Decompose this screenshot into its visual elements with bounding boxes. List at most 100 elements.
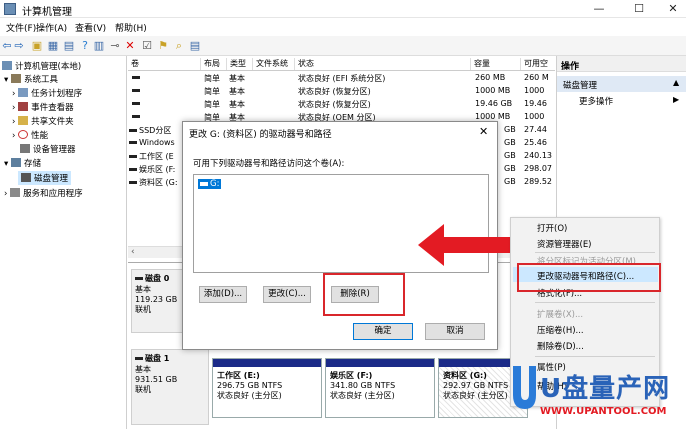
- tree-shared-folders[interactable]: › 共享文件夹: [12, 115, 74, 127]
- check-icon[interactable]: ☑: [140, 39, 154, 53]
- menu-help[interactable]: 帮助(H): [115, 21, 147, 34]
- col-layout[interactable]: 布局: [200, 58, 226, 70]
- volume-icon: [129, 168, 137, 171]
- change-button[interactable]: 更改(C)...: [263, 286, 311, 303]
- red-arrow-icon: [418, 224, 522, 266]
- tree-device-manager[interactable]: 设备管理器: [20, 143, 76, 155]
- dialog-title: 更改 G: (资料区) 的驱动器号和路径: [189, 130, 332, 140]
- col-volume[interactable]: 卷: [128, 58, 198, 70]
- col-status[interactable]: 状态: [294, 58, 470, 70]
- volume-list-header: 卷 布局 类型 文件系统 状态 容量 可用空: [128, 56, 555, 71]
- tree-performance[interactable]: › 性能: [12, 129, 48, 141]
- title-bar: 计算机管理 — ☐ ✕: [0, 0, 686, 18]
- volume-row[interactable]: 简单 基本 状态良好 (EFI 系统分区) 260 MB 260 M: [128, 72, 555, 85]
- up-folder-icon[interactable]: ▣: [30, 39, 44, 53]
- ctx-separator: [535, 356, 655, 357]
- event-icon: [18, 102, 29, 111]
- tree-task-scheduler[interactable]: › 任务计划程序: [12, 87, 82, 99]
- toolbar: ⇦ ⇨ ▣ ▦ ▤ ? ▥ ⊸ ✕ ☑ ⚑ ⌕ ▤: [0, 36, 686, 56]
- tree-root[interactable]: 计算机管理(本地): [2, 60, 81, 72]
- show-tree-icon[interactable]: ▦: [46, 39, 60, 53]
- volume-icon: [129, 129, 137, 132]
- maximize-button[interactable]: ☐: [624, 2, 654, 16]
- drive-icon: [200, 181, 208, 186]
- storage-icon: [10, 158, 21, 167]
- col-free[interactable]: 可用空: [520, 58, 555, 70]
- forward-icon[interactable]: ⇨: [12, 39, 26, 53]
- ctx-open[interactable]: 打开(O): [537, 222, 567, 234]
- more-actions[interactable]: 更多操作: [579, 95, 613, 107]
- tree-event-viewer[interactable]: › 事件查看器: [12, 101, 74, 113]
- dialog-close-button[interactable]: ✕: [479, 125, 488, 138]
- disk-1-name: 磁盘 1: [135, 353, 205, 364]
- col-capacity[interactable]: 容量: [470, 58, 520, 70]
- actions-section[interactable]: 磁盘管理 ▲: [557, 76, 686, 92]
- minimize-button[interactable]: —: [584, 2, 614, 16]
- ctx-separator: [535, 302, 655, 303]
- list-icon[interactable]: ▤: [188, 39, 202, 53]
- ctx-explorer[interactable]: 资源管理器(E): [537, 238, 592, 250]
- close-button[interactable]: ✕: [658, 2, 686, 16]
- ctx-separator: [535, 252, 655, 253]
- tree-disk-management[interactable]: 磁盘管理: [18, 171, 72, 185]
- disk-icon: [21, 173, 31, 182]
- view-icon[interactable]: ▥: [92, 39, 106, 53]
- volume-icon: [132, 115, 140, 118]
- ok-button[interactable]: 确定: [353, 323, 413, 340]
- partition-e[interactable]: 工作区 (E:) 296.75 GB NTFS 状态良好 (主分区): [212, 358, 322, 418]
- add-button[interactable]: 添加(D)...: [199, 286, 247, 303]
- volume-icon: [132, 89, 140, 92]
- change-drive-letter-highlight-box: [517, 263, 661, 292]
- partition-f[interactable]: 娱乐区 (F:) 341.80 GB NTFS 状态良好 (主分区): [325, 358, 435, 418]
- actions-header: 操作: [561, 62, 580, 72]
- properties-icon[interactable]: ▤: [62, 39, 76, 53]
- ctx-shrink[interactable]: 压缩卷(H)...: [537, 324, 584, 336]
- menu-file[interactable]: 文件(F): [6, 21, 36, 34]
- navigation-tree: 计算机管理(本地) ▾ 系统工具 › 任务计划程序 › 事件查看器 › 共享文件…: [0, 56, 127, 429]
- watermark-brand: U盘量产网: [540, 374, 671, 404]
- scroll-left-icon[interactable]: ‹: [131, 247, 135, 257]
- tree-storage[interactable]: ▾ 存储: [4, 157, 41, 169]
- volume-icon: [132, 76, 140, 79]
- clock-icon: [18, 88, 29, 97]
- volume-icon: [132, 102, 140, 105]
- volume-icon: [129, 181, 137, 184]
- delete-icon[interactable]: ✕: [123, 39, 137, 53]
- more-actions-arrow-icon: ▶: [673, 95, 680, 104]
- menu-bar: 文件(F) 操作(A) 查看(V) 帮助(H): [0, 18, 686, 36]
- volume-icon: [129, 141, 137, 144]
- volume-row[interactable]: 简单 基本 状态良好 (恢复分区) 1000 MB 1000: [128, 85, 555, 98]
- partition-stripe: [326, 359, 434, 367]
- ctx-extend: 扩展卷(X)...: [537, 310, 584, 320]
- drive-list-item[interactable]: G:: [198, 179, 222, 189]
- menu-action[interactable]: 操作(A): [36, 21, 67, 34]
- computer-management-icon: [4, 3, 16, 15]
- cancel-button[interactable]: 取消: [425, 323, 485, 340]
- computer-icon: [2, 61, 12, 70]
- tools-icon: [10, 74, 21, 83]
- watermark: U盘量产网 WWW.UPANTOOL.COM: [510, 362, 686, 429]
- col-filesystem[interactable]: 文件系统: [252, 58, 294, 70]
- collapse-icon: ▲: [673, 78, 680, 87]
- window-title: 计算机管理: [22, 7, 72, 18]
- wizard-icon[interactable]: ⚑: [156, 39, 170, 53]
- connect-icon[interactable]: ⊸: [108, 39, 122, 53]
- tree-system-tools[interactable]: ▾ 系统工具: [4, 73, 58, 85]
- volume-row[interactable]: 简单 基本 状态良好 (恢复分区) 19.46 GB 19.46: [128, 98, 555, 111]
- watermark-u-logo: [513, 366, 536, 409]
- device-icon: [20, 144, 30, 153]
- services-icon: [10, 188, 21, 197]
- watermark-url: WWW.UPANTOOL.COM: [540, 406, 667, 417]
- disk-1-label[interactable]: 磁盘 1 基本 931.51 GB 联机: [131, 349, 209, 425]
- col-type[interactable]: 类型: [226, 58, 252, 70]
- dialog-description: 可用下列驱动器号和路径访问这个卷(A):: [193, 159, 345, 169]
- menu-view[interactable]: 查看(V): [75, 21, 106, 34]
- search-icon[interactable]: ⌕: [172, 39, 186, 53]
- remove-button[interactable]: 删除(R): [331, 286, 379, 303]
- help-icon[interactable]: ?: [78, 39, 92, 53]
- ctx-delete-volume[interactable]: 删除卷(D)...: [537, 340, 584, 352]
- volume-icon: [129, 155, 137, 158]
- tree-services-apps[interactable]: › 服务和应用程序: [4, 187, 83, 199]
- performance-icon: [18, 130, 29, 139]
- disk-icon: [135, 277, 143, 280]
